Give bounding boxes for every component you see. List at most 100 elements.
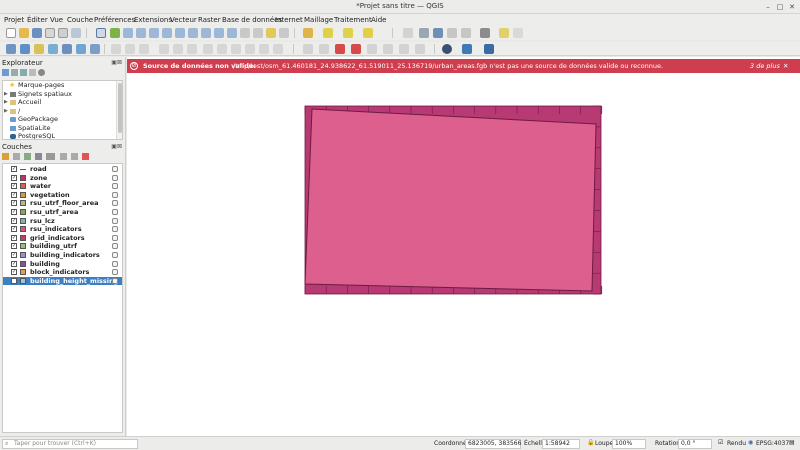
label-highlight-icon[interactable] (335, 44, 345, 54)
gear-icon[interactable] (433, 28, 443, 38)
measure-icon[interactable] (461, 28, 471, 38)
edit-pencil-icon[interactable] (111, 44, 121, 54)
layer-item-building[interactable]: ✓ building (3, 260, 122, 269)
maximize-icon[interactable]: □ (775, 2, 785, 12)
add-selected-layers-icon[interactable] (2, 69, 9, 76)
layer-visibility-checkbox[interactable]: ✓ (11, 200, 17, 207)
select-features-icon[interactable] (323, 28, 333, 38)
new-geopackage-icon[interactable] (20, 44, 30, 54)
layer-item-rsu-utrf-floor-area[interactable]: ✓ rsu_utrf_floor_area (3, 199, 122, 208)
menu-vue[interactable]: Vue (50, 16, 63, 24)
remove-layer-icon[interactable] (82, 153, 89, 160)
layer-indicator-icon[interactable] (112, 209, 118, 215)
new-memory-layer-icon[interactable] (76, 44, 86, 54)
label-properties-icon[interactable] (415, 44, 425, 54)
field-calculator-icon[interactable] (419, 28, 429, 38)
zoom-out-icon[interactable] (136, 28, 146, 38)
rotation-field[interactable]: 0,0 ° (678, 439, 712, 449)
deselect-icon[interactable] (363, 28, 373, 38)
close-icon[interactable]: ✕ (787, 2, 797, 12)
crs-label[interactable]: EPSG:4037 (756, 440, 789, 447)
filter-expression-icon[interactable] (46, 153, 55, 160)
layer-visibility-checkbox[interactable]: ✓ (11, 174, 17, 181)
menu-projet[interactable]: Projet (4, 16, 24, 24)
layer-item-road[interactable]: ✓ road (3, 165, 122, 174)
layer-indicator-icon[interactable] (112, 234, 118, 241)
layer-visibility-checkbox[interactable]: ✓ (11, 234, 17, 241)
layer-visibility-checkbox[interactable]: ✓ (11, 260, 17, 267)
magnifier-field[interactable]: 100% (612, 439, 646, 449)
label-pin-icon[interactable] (319, 44, 329, 54)
new-virtual-layer-icon[interactable] (62, 44, 72, 54)
collapse-all-icon[interactable] (71, 153, 78, 160)
layer-item-grid-indicators[interactable]: ✓ grid_indicators (3, 234, 122, 243)
filter-browser-icon[interactable] (20, 69, 27, 76)
text-annotation-icon[interactable] (499, 28, 509, 38)
collapse-all-icon[interactable] (29, 69, 36, 76)
render-checkbox[interactable]: ☑ (718, 439, 723, 446)
layer-indicator-icon[interactable] (112, 166, 118, 172)
lock-icon[interactable]: 🔒 (587, 439, 594, 446)
data-source-manager-icon[interactable] (6, 44, 16, 54)
layer-item-rsu-lcz[interactable]: ✓ rsu_lcz (3, 217, 122, 226)
layout-manager-icon[interactable] (58, 28, 68, 38)
browser-panel-buttons[interactable]: ▣⊠ (111, 59, 122, 66)
layer-visibility-checkbox[interactable]: ✓ (11, 217, 17, 224)
manage-themes-icon[interactable] (24, 153, 31, 160)
layer-item-rsu-utrf-area[interactable]: ✓ rsu_utrf_area (3, 208, 122, 217)
label-change-icon[interactable] (399, 44, 409, 54)
layer-item-block-indicators[interactable]: ✓ block_indicators (3, 268, 122, 277)
python-console-icon[interactable] (462, 44, 472, 54)
layer-indicator-icon[interactable] (112, 252, 118, 258)
zoom-full-icon[interactable] (162, 28, 172, 38)
layer-visibility-checkbox[interactable]: ✓ (11, 243, 17, 250)
label-tool-icon[interactable] (303, 44, 313, 54)
temporal-controller-icon[interactable] (266, 28, 276, 38)
copy-features-icon[interactable] (231, 44, 241, 54)
menu-internet[interactable]: Internet (275, 16, 303, 24)
new-project-icon[interactable] (6, 28, 16, 38)
new-shapefile-icon[interactable] (34, 44, 44, 54)
menu-base-de-donnees[interactable]: Base de données (222, 16, 282, 24)
zoom-native-icon[interactable] (201, 28, 211, 38)
label-move-icon[interactable] (367, 44, 377, 54)
identify-icon[interactable] (303, 28, 313, 38)
expand-all-icon[interactable] (60, 153, 67, 160)
layer-style-icon[interactable] (2, 153, 9, 160)
layer-visibility-checkbox[interactable]: ✓ (11, 166, 17, 172)
delete-selected-icon[interactable] (203, 44, 213, 54)
menu-extensions[interactable]: Extensions (134, 16, 172, 24)
cut-features-icon[interactable] (217, 44, 227, 54)
layer-visibility-checkbox[interactable]: ✓ (11, 269, 17, 276)
locator-search[interactable]: ⌕ Taper pour trouver (Ctrl+K) (2, 439, 138, 449)
layer-item-rsu-indicators[interactable]: ✓ rsu_indicators (3, 225, 122, 234)
zoom-in-icon[interactable] (123, 28, 133, 38)
annotation-settings-icon[interactable] (513, 28, 523, 38)
zoom-layer-icon[interactable] (188, 28, 198, 38)
layer-visibility-checkbox[interactable]: ✓ (11, 252, 17, 258)
processing-toolbox-icon[interactable] (442, 44, 452, 54)
minimize-icon[interactable]: – (763, 2, 773, 12)
layer-item-vegetation[interactable]: ✓ vegetation (3, 191, 122, 200)
digitizing-icon[interactable] (90, 44, 100, 54)
modify-attributes-icon[interactable] (187, 44, 197, 54)
label-show-hide-icon[interactable] (351, 44, 361, 54)
zoom-rubberband-icon[interactable] (149, 28, 159, 38)
map-render[interactable] (127, 57, 800, 436)
coordinate-field[interactable]: 6823005, 383566 (465, 439, 521, 449)
vertex-tool-icon[interactable] (173, 44, 183, 54)
attribute-table-icon[interactable] (403, 28, 413, 38)
layer-indicator-icon[interactable] (112, 243, 118, 250)
menu-editer[interactable]: Éditer (27, 16, 48, 24)
select-by-value-icon[interactable] (343, 28, 353, 38)
filter-legend-icon[interactable] (35, 153, 42, 160)
layer-visibility-checkbox[interactable]: ✓ (11, 226, 17, 233)
help-icon[interactable] (484, 44, 494, 54)
menu-raster[interactable]: Raster (198, 16, 221, 24)
layer-indicator-icon[interactable] (112, 183, 118, 190)
save-project-icon[interactable] (32, 28, 42, 38)
add-group-icon[interactable] (13, 153, 20, 160)
messages-icon[interactable]: ▤ (789, 439, 795, 446)
layer-item-building-utrf[interactable]: ✓ building_utrf (3, 242, 122, 251)
menu-preferences[interactable]: Préférences (94, 16, 135, 24)
